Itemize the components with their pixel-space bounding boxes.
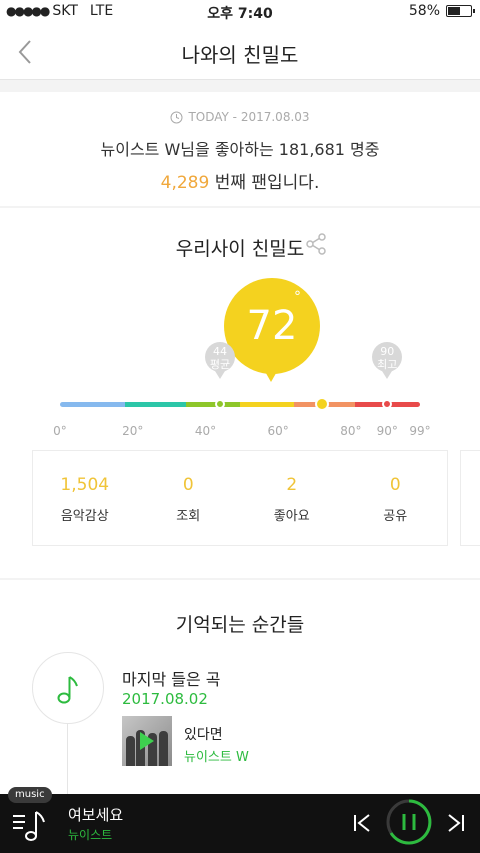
nav-bar: 나와의 친밀도 <box>0 24 480 80</box>
album-figure <box>159 731 168 766</box>
playlist-icon[interactable] <box>10 806 50 846</box>
intimacy-scale-bar <box>60 402 420 407</box>
scale-tick-label: 20° <box>122 424 144 438</box>
stat-shares[interactable]: 0 공유 <box>344 451 448 545</box>
stat-value: 2 <box>286 475 298 495</box>
highest-value: 90 <box>380 345 395 358</box>
scale-tick-label: 40° <box>194 424 217 438</box>
share-icon[interactable] <box>304 232 328 256</box>
stat-value: 0 <box>182 475 194 495</box>
moment-label: 마지막 들은 곡 <box>122 670 221 689</box>
player-song-title[interactable]: 여보세요 <box>68 804 123 825</box>
play-icon <box>140 732 154 750</box>
highest-marker <box>382 399 393 409</box>
next-stats-panel[interactable] <box>460 450 480 546</box>
player-artist[interactable]: 뉴이스트 <box>68 826 112 843</box>
stats-panel: 1,504 음악감상 0 조회 2 좋아요 0 공유 <box>32 450 448 546</box>
today-date: TODAY - 2017.08.03 <box>188 110 310 124</box>
score-value: 72 <box>246 303 298 349</box>
score-marker <box>314 397 329 411</box>
scale-tick-label: 80° <box>340 424 362 438</box>
music-note-icon <box>57 676 78 704</box>
album-figure <box>126 736 135 766</box>
battery-percent: 58% <box>408 3 440 19</box>
stat-likes[interactable]: 2 좋아요 <box>240 451 344 545</box>
stat-value: 0 <box>389 475 401 495</box>
highest-bubble-tail <box>382 371 393 379</box>
scale-tick-label: 99° <box>409 424 431 438</box>
score-degree: ° <box>294 289 301 305</box>
timeline-line <box>67 724 68 804</box>
clock-icon <box>170 111 183 123</box>
previous-icon[interactable] <box>352 812 374 834</box>
moments-card: 기억되는 순간들 마지막 들은 곡 2017.08.02 있다면 뉴이스트 W <box>0 580 480 804</box>
fan-rank-number: 4,289 <box>160 173 210 193</box>
average-label: 평균 <box>209 358 231 371</box>
fan-count-text: 뉴이스트 W님을 좋아하는 181,681 명중 <box>100 140 380 159</box>
scale-tick-label: 0° <box>53 424 67 438</box>
mini-player: music 여보세요 뉴이스트 <box>0 787 480 853</box>
pause-icon[interactable] <box>384 797 434 847</box>
album-art[interactable] <box>122 716 172 766</box>
stat-views[interactable]: 0 조회 <box>137 451 241 545</box>
song-title[interactable]: 있다면 <box>184 724 223 744</box>
music-badge: music <box>8 787 52 803</box>
average-bubble-tail <box>215 371 225 379</box>
battery-icon <box>446 5 475 17</box>
stat-listen[interactable]: 1,504 음악감상 <box>33 451 137 545</box>
moment-date: 2017.08.02 <box>122 690 208 708</box>
song-artist[interactable]: 뉴이스트 W <box>184 746 249 765</box>
average-marker <box>215 399 225 409</box>
intimacy-gauge: 72 ° 44 평균 90 최고 0° 20° 40° 60° 80° 90 ° 99° <box>0 208 480 448</box>
fan-rank-suffix: 번째 팬입니다. <box>209 173 320 193</box>
scale-tick-label: 60° <box>267 424 289 438</box>
average-bubble: 44 평균 <box>205 342 235 372</box>
score-bubble-tail <box>263 368 279 382</box>
stat-value: 1,504 <box>60 475 110 495</box>
page-title: 나와의 친밀도 <box>181 43 299 67</box>
stat-label: 좋아요 <box>273 509 310 524</box>
stat-label: 음악감상 <box>60 509 109 524</box>
moment-icon-circle <box>32 652 104 724</box>
highest-bubble: 90 최고 <box>372 342 403 372</box>
highest-label: 최고 <box>377 358 398 371</box>
intimacy-card: 우리사이 친밀도 72 ° 44 평균 90 최고 0° 20° 40° 60° 80° 9… <box>0 208 480 578</box>
score-bubble: 72 ° <box>224 278 320 374</box>
moments-title: 기억되는 순간들 <box>175 614 305 636</box>
stat-label: 공유 <box>383 509 408 524</box>
average-value: 44 <box>213 345 227 358</box>
next-icon[interactable] <box>444 812 466 834</box>
stat-label: 조회 <box>176 509 201 524</box>
fan-rank-card: TODAY - 2017.08.03 뉴이스트 W님을 좋아하는 181,681… <box>0 92 480 206</box>
status-bar: ●●●●● SKT LTE 오후 7:40 58% <box>0 0 480 24</box>
battery-fill <box>448 7 461 15</box>
